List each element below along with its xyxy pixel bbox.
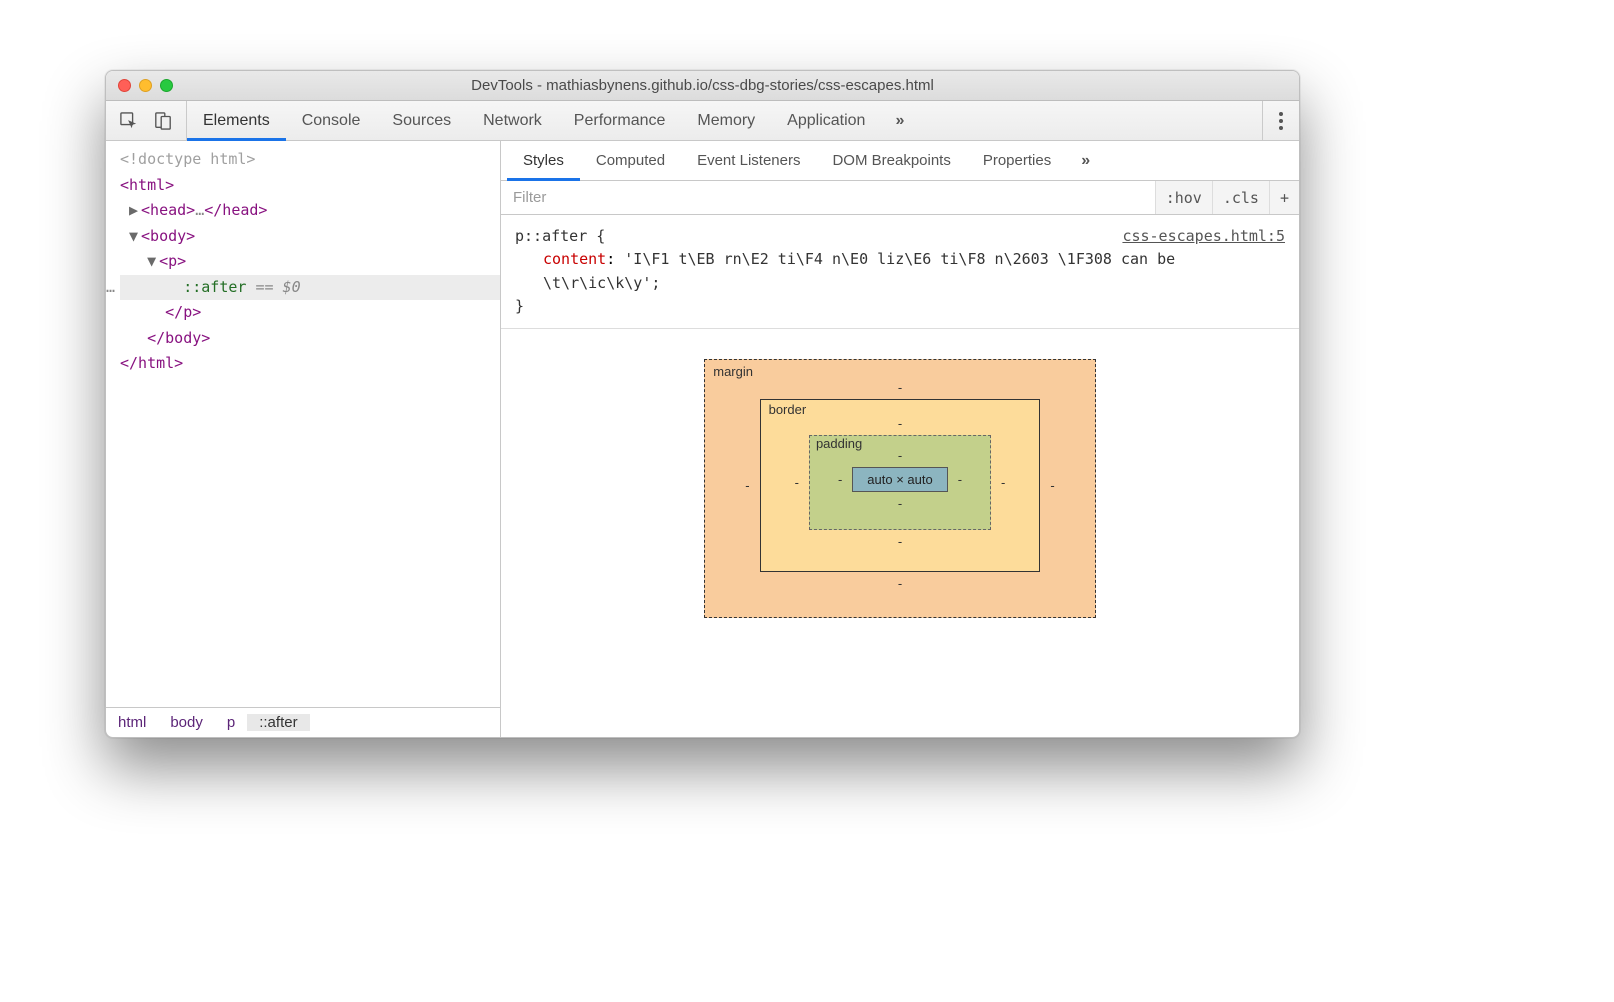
filter-input[interactable] [501,181,1155,214]
box-model-margin[interactable]: margin - - border - - [704,359,1095,618]
p-close: </p> [165,303,201,321]
margin-label: margin [713,364,753,379]
rule-selector: p::after { [515,227,605,245]
devtools-toolbar: Elements Console Sources Network Perform… [106,101,1299,141]
html-close: </html> [120,354,183,372]
css-property[interactable]: content [543,250,606,268]
disclosure-down-icon[interactable]: ▼ [129,224,141,250]
disclosure-down-icon[interactable]: ▼ [147,249,159,275]
main-area: <!doctype html> <html> ▶<head>…</head> ▼… [106,141,1299,737]
kebab-icon [1279,112,1283,130]
device-toggle-icon[interactable] [154,112,172,130]
close-icon[interactable] [118,79,131,92]
new-style-rule-button[interactable]: + [1269,181,1299,214]
devtools-window: DevTools - mathiasbynens.github.io/css-d… [105,70,1300,738]
doctype: <!doctype html> [120,150,255,168]
css-rule[interactable]: css-escapes.html:5 p::after { content: '… [501,215,1299,329]
crumb-body[interactable]: body [158,714,215,731]
styles-tabs: Styles Computed Event Listeners DOM Brea… [501,141,1299,181]
crumb-after[interactable]: ::after [247,714,309,731]
tab-computed[interactable]: Computed [580,141,681,180]
styles-tabs-overflow[interactable]: » [1067,141,1104,180]
inspect-icon[interactable] [120,112,138,130]
padding-left: - [838,472,842,487]
css-value[interactable]: 'I\F1 t\EB rn\E2 ti\F4 n\E0 liz\E6 ti\F8… [543,250,1175,291]
window-title: DevTools - mathiasbynens.github.io/css-d… [116,77,1289,94]
minimize-icon[interactable] [139,79,152,92]
tab-performance[interactable]: Performance [558,101,682,140]
dom-panel: <!doctype html> <html> ▶<head>…</head> ▼… [106,141,501,737]
titlebar: DevTools - mathiasbynens.github.io/css-d… [106,71,1299,101]
tab-sources[interactable]: Sources [376,101,467,140]
border-bottom: - [898,534,902,549]
cls-button[interactable]: .cls [1212,181,1269,214]
window-controls [118,79,173,92]
tab-application[interactable]: Application [771,101,881,140]
head-close: </head> [204,201,267,219]
box-model-padding[interactable]: padding - - auto × auto - [809,435,991,530]
margin-left: - [745,478,749,493]
head-open[interactable]: <head> [141,201,195,219]
eq-dollar-zero: == $0 [246,278,300,296]
disclosure-right-icon[interactable]: ▶ [129,198,141,224]
margin-bottom: - [898,576,902,591]
border-top: - [898,416,902,431]
tab-elements[interactable]: Elements [187,101,286,140]
tab-event-listeners[interactable]: Event Listeners [681,141,816,180]
tab-memory[interactable]: Memory [681,101,771,140]
margin-right: - [1050,478,1054,493]
pseudo-after: ::after [183,278,246,296]
margin-top: - [898,380,902,395]
devtools-menu[interactable] [1262,101,1299,140]
hov-button[interactable]: :hov [1155,181,1212,214]
rule-source-link[interactable]: css-escapes.html:5 [1122,225,1285,248]
dom-tree[interactable]: <!doctype html> <html> ▶<head>…</head> ▼… [106,141,500,707]
box-model-border[interactable]: border - - padding - [760,399,1041,572]
rule-close: } [515,297,524,315]
padding-top: - [898,448,902,463]
tab-network[interactable]: Network [467,101,558,140]
html-open[interactable]: <html> [120,176,174,194]
filter-row: :hov .cls + [501,181,1299,215]
border-label: border [769,402,807,417]
tab-styles[interactable]: Styles [507,141,580,180]
body-close: </body> [147,329,210,347]
tab-dom-breakpoints[interactable]: DOM Breakpoints [816,141,966,180]
crumb-p[interactable]: p [215,714,247,731]
tab-properties[interactable]: Properties [967,141,1067,180]
padding-right: - [958,472,962,487]
border-left: - [795,475,799,490]
devtools-tabs: Elements Console Sources Network Perform… [187,101,881,140]
body-open[interactable]: <body> [141,227,195,245]
border-right: - [1001,475,1005,490]
box-model-area: margin - - border - - [501,329,1299,737]
selected-node[interactable]: ::after == $0 [120,275,500,301]
styles-panel: Styles Computed Event Listeners DOM Brea… [501,141,1299,737]
toolbar-icons [106,101,187,140]
breadcrumb: html body p ::after [106,707,500,737]
padding-bottom: - [898,496,902,511]
box-model-content[interactable]: auto × auto [852,467,947,492]
tabs-overflow[interactable]: » [881,101,918,140]
p-open[interactable]: <p> [159,252,186,270]
tab-console[interactable]: Console [286,101,377,140]
padding-label: padding [816,436,862,451]
head-ellipsis: … [195,201,204,219]
zoom-icon[interactable] [160,79,173,92]
crumb-html[interactable]: html [106,714,158,731]
